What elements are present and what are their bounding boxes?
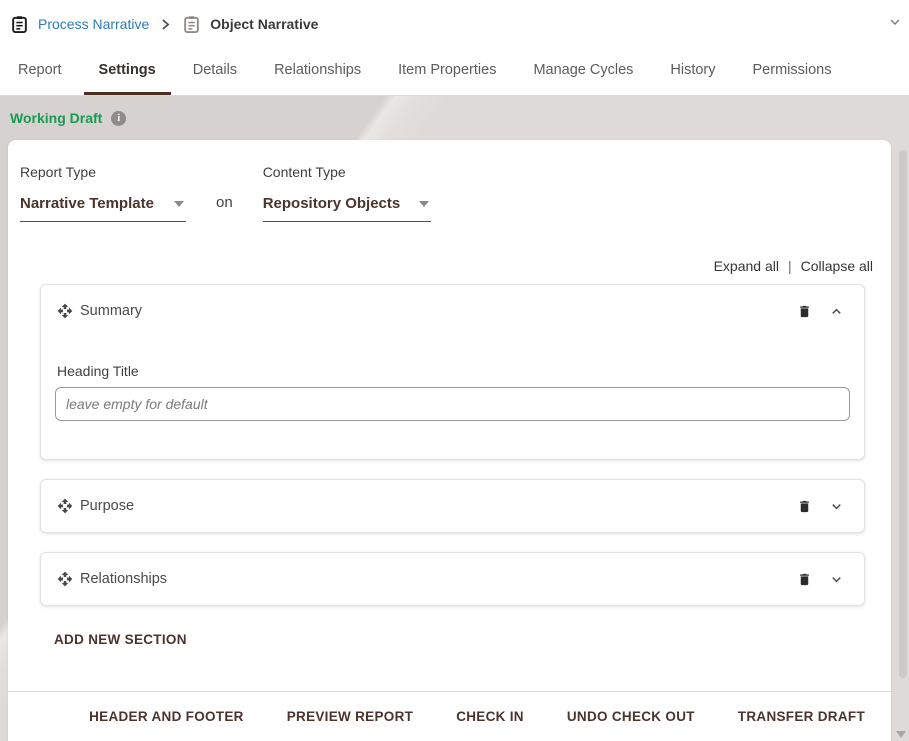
footer-actions: HEADER AND FOOTER PREVIEW REPORT CHECK I… [8,691,891,741]
section-summary-header[interactable]: Summary [41,285,864,337]
caret-down-icon [419,201,429,207]
collapse-all-link[interactable]: Collapse all [801,258,873,274]
tab-details[interactable]: Details [178,48,252,95]
section-purpose-header[interactable]: Purpose [41,480,864,532]
clipboard-icon [182,15,201,34]
section-relationships-header[interactable]: Relationships [41,553,864,605]
conjunction-text: on [186,194,263,222]
breadcrumb: Process Narrative Object Narrative [0,0,909,48]
chevron-right-icon [161,19,170,30]
tab-settings[interactable]: Settings [84,48,171,95]
move-icon[interactable] [57,303,73,319]
heading-title-input[interactable] [55,387,850,421]
header: Process Narrative Object Narrative Repor… [0,0,909,96]
type-selectors-row: Report Type Narrative Template on Conten… [20,164,873,222]
content-type-dropdown[interactable]: Repository Objects [263,180,431,222]
tab-report[interactable]: Report [3,48,77,95]
section-title: Relationships [80,571,167,587]
section-summary-body: Heading Title [41,337,864,459]
tab-bar: Report Settings Details Relationships It… [0,48,909,96]
move-icon[interactable] [57,571,73,587]
content-type-value: Repository Objects [263,195,401,212]
chevron-down-icon[interactable] [829,499,844,514]
link-separator: | [788,258,792,274]
caret-down-icon [174,201,184,207]
transfer-draft-button[interactable]: TRANSFER DRAFT [738,709,865,724]
report-type-dropdown[interactable]: Narrative Template [20,180,186,222]
content-type-label: Content Type [263,164,431,180]
tab-permissions[interactable]: Permissions [738,48,847,95]
expand-all-link[interactable]: Expand all [714,258,779,274]
trash-icon[interactable] [797,303,812,320]
status-badge: Working Draft [10,110,102,126]
move-icon[interactable] [57,498,73,514]
chevron-up-icon[interactable] [829,304,844,319]
section-title: Summary [80,303,142,319]
content-type-group: Content Type Repository Objects [263,164,431,222]
chevron-down-icon[interactable] [829,572,844,587]
heading-title-label: Heading Title [57,363,850,379]
trash-icon[interactable] [797,498,812,515]
clipboard-icon [10,15,29,34]
expand-collapse-row: Expand all | Collapse all [20,258,873,274]
scrollbar-down-arrow[interactable] [896,731,906,738]
report-type-value: Narrative Template [20,195,154,212]
section-purpose: Purpose [40,479,865,533]
tab-history[interactable]: History [655,48,730,95]
status-bar: Working Draft i [0,96,909,140]
scrollbar-thumb[interactable] [899,150,907,678]
trash-icon[interactable] [797,571,812,588]
header-and-footer-button[interactable]: HEADER AND FOOTER [89,709,244,724]
undo-check-out-button[interactable]: UNDO CHECK OUT [567,709,695,724]
tab-relationships[interactable]: Relationships [259,48,376,95]
report-type-label: Report Type [20,164,186,180]
section-relationships: Relationships [40,552,865,606]
breadcrumb-parent-link[interactable]: Process Narrative [38,16,149,32]
tab-manage-cycles[interactable]: Manage Cycles [518,48,648,95]
tab-item-properties[interactable]: Item Properties [383,48,511,95]
check-in-button[interactable]: CHECK IN [456,709,524,724]
preview-report-button[interactable]: PREVIEW REPORT [287,709,413,724]
section-title: Purpose [80,498,134,514]
breadcrumb-current: Object Narrative [210,16,318,32]
settings-panel: Report Type Narrative Template on Conten… [8,140,891,741]
report-type-group: Report Type Narrative Template [20,164,186,222]
add-new-section-button[interactable]: ADD NEW SECTION [54,632,187,647]
section-summary: Summary Heading Title [40,284,865,460]
chevron-down-icon[interactable] [887,14,903,30]
info-icon[interactable]: i [111,111,126,126]
